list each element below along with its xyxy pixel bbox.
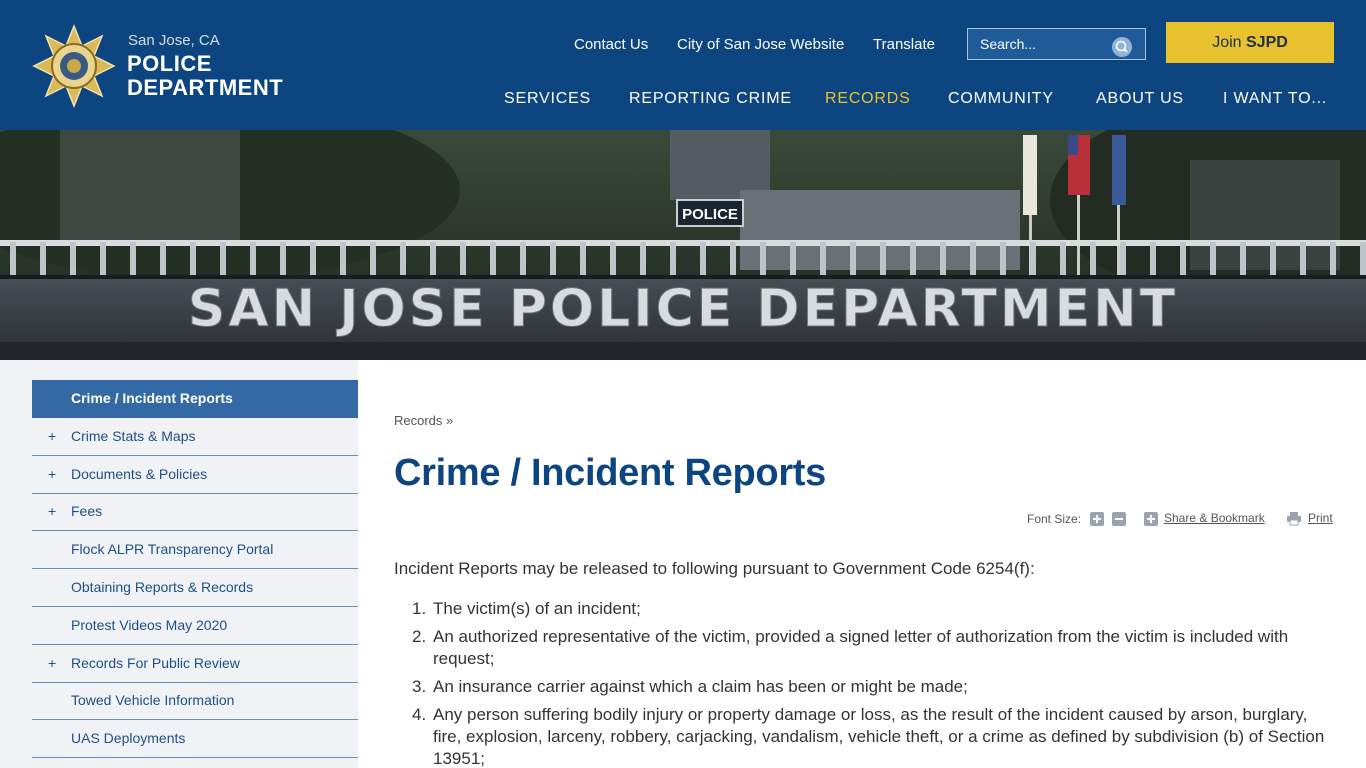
sidebar-item-fees[interactable]: + Fees — [32, 493, 358, 531]
sidebar-item-label: Crime Stats & Maps — [71, 428, 196, 444]
list-number: 3. — [412, 677, 427, 696]
breadcrumb[interactable]: Records » — [394, 413, 453, 428]
print-icon — [1287, 512, 1301, 526]
list-text: Any person suffering bodily injury or pr… — [433, 705, 1325, 768]
search-icon — [1115, 40, 1128, 53]
list-number: 4. — [412, 705, 427, 724]
sidebar-item-protest-videos[interactable]: Protest Videos May 2020 — [32, 607, 358, 645]
sidebar-item-label: Documents & Policies — [71, 466, 208, 482]
logo-line-police: POLICE — [127, 51, 212, 76]
page-title: Crime / Incident Reports — [394, 452, 826, 494]
font-decrease-icon[interactable] — [1112, 512, 1126, 526]
police-badge-icon — [32, 24, 116, 108]
join-prefix: Join — [1212, 34, 1246, 51]
expand-icon[interactable]: + — [48, 466, 56, 482]
sidebar-item-label: Obtaining Reports & Records — [71, 579, 254, 595]
site-header: San Jose, CA POLICE DEPARTMENT Contact U… — [0, 0, 1366, 130]
nav-i-want-to[interactable]: I WANT TO... — [1223, 90, 1327, 108]
list-number: 2. — [412, 627, 427, 646]
contact-us-link[interactable]: Contact Us — [574, 36, 648, 53]
sidebar-item-obtaining-reports[interactable]: Obtaining Reports & Records — [32, 569, 358, 607]
expand-icon[interactable]: + — [48, 655, 56, 671]
sidebar-item-label: Fees — [71, 503, 103, 519]
expand-icon[interactable]: + — [48, 428, 56, 444]
join-brand: SJPD — [1246, 34, 1288, 51]
join-sjpd-button[interactable]: Join SJPD — [1166, 22, 1334, 63]
sidebar-item-crime-incident-reports[interactable]: Crime / Incident Reports — [32, 380, 358, 418]
share-icon — [1144, 512, 1158, 526]
sidebar-item-label: Crime / Incident Reports — [71, 390, 233, 406]
sidebar-item-crime-stats-maps[interactable]: + Crime Stats & Maps — [32, 418, 358, 456]
list-text: The victim(s) of an incident; — [433, 599, 641, 618]
share-bookmark-link[interactable]: Share & Bookmark — [1164, 511, 1265, 525]
font-increase-icon[interactable] — [1090, 512, 1104, 526]
sidebar-item-flock-alpr[interactable]: Flock ALPR Transparency Portal — [32, 531, 358, 569]
sidebar-item-label: Protest Videos May 2020 — [71, 617, 228, 633]
print-link[interactable]: Print — [1308, 511, 1333, 525]
sidebar-item-documents-policies[interactable]: + Documents & Policies — [32, 456, 358, 494]
sidebar-item-records-public-review[interactable]: + Records For Public Review — [32, 645, 358, 683]
sidebar-item-label: Records For Public Review — [71, 655, 240, 671]
font-size-label: Font Size: — [1027, 512, 1082, 526]
sidebar-item-label: Flock ALPR Transparency Portal — [71, 541, 274, 557]
building-sign-text: SAN JOSE POLICE DEPARTMENT — [188, 279, 1178, 339]
search-box — [967, 28, 1146, 60]
sidebar-item-label: UAS Deployments — [71, 730, 186, 746]
logo-city: San Jose, CA — [128, 32, 220, 49]
intro-paragraph: Incident Reports may be released to foll… — [394, 559, 1035, 578]
logo-line-department: DEPARTMENT — [127, 75, 284, 100]
expand-icon[interactable]: + — [48, 503, 56, 519]
list-text: An authorized representative of the vict… — [433, 627, 1289, 668]
nav-about-us[interactable]: ABOUT US — [1096, 90, 1184, 108]
search-button[interactable] — [1112, 37, 1132, 57]
nav-services[interactable]: SERVICES — [504, 90, 591, 108]
site-logo[interactable]: San Jose, CA POLICE DEPARTMENT — [32, 24, 284, 108]
sidebar-item-towed-vehicle[interactable]: Towed Vehicle Information — [32, 682, 358, 720]
sidebar-item-label: Towed Vehicle Information — [71, 692, 235, 708]
translate-link[interactable]: Translate — [873, 36, 935, 53]
banner-image: POLICE SAN JOSE POLICE DEPARTMENT — [0, 130, 1366, 360]
nav-community[interactable]: COMMUNITY — [948, 90, 1054, 108]
list-number: 1. — [412, 599, 427, 618]
police-sign-text: POLICE — [682, 206, 738, 223]
list-text: An insurance carrier against which a cla… — [433, 677, 968, 696]
nav-records[interactable]: RECORDS — [825, 90, 911, 108]
search-input[interactable] — [968, 29, 1108, 59]
hero-banner: POLICE SAN JOSE POLICE DEPARTMENT — [0, 130, 1366, 360]
city-website-link[interactable]: City of San Jose Website — [677, 36, 844, 53]
sidebar-item-uas-deployments[interactable]: UAS Deployments — [32, 720, 358, 758]
nav-reporting-crime[interactable]: REPORTING CRIME — [629, 90, 792, 108]
